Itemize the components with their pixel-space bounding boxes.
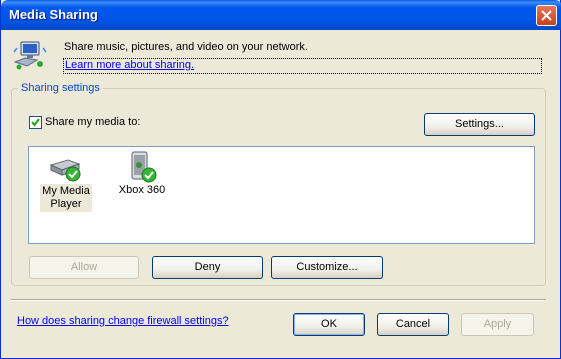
device-label: Xbox 360: [114, 183, 170, 198]
deny-button[interactable]: Deny: [152, 256, 263, 279]
customize-button[interactable]: Customize...: [271, 256, 383, 279]
media-sharing-icon: [13, 41, 47, 70]
share-media-checkbox[interactable]: [29, 116, 42, 129]
media-sharing-dialog: Media Sharing Share music, pictures, and…: [0, 0, 561, 359]
device-my-media-player[interactable]: My Media Player: [40, 153, 92, 212]
cancel-button[interactable]: Cancel: [377, 313, 449, 336]
allow-button[interactable]: Allow: [29, 256, 139, 279]
learn-more-link-text: Learn more about sharing.: [65, 59, 195, 71]
device-label: My Media Player: [40, 184, 92, 212]
device-list[interactable]: My Media Player Xbox 360: [28, 146, 535, 244]
firewall-help-link[interactable]: How does sharing change firewall setting…: [17, 315, 229, 327]
media-player-icon: [49, 159, 81, 182]
share-media-label[interactable]: Share my media to:: [45, 116, 140, 128]
device-name-line1: My Media: [42, 185, 90, 197]
device-name-line1: Xbox 360: [118, 184, 166, 196]
sharing-settings-label: Sharing settings: [18, 82, 103, 94]
title-bar[interactable]: Media Sharing: [1, 0, 561, 30]
checkmark-icon: [31, 118, 40, 127]
xbox-console-icon: [131, 151, 157, 183]
close-button[interactable]: [536, 5, 557, 26]
separator: [11, 299, 546, 301]
ok-button[interactable]: OK: [293, 313, 365, 336]
window-title: Media Sharing: [9, 7, 98, 22]
learn-more-link[interactable]: Learn more about sharing.: [63, 58, 542, 74]
header-description: Share music, pictures, and video on your…: [64, 41, 308, 53]
device-xbox-360[interactable]: Xbox 360: [114, 150, 170, 198]
apply-button[interactable]: Apply: [461, 313, 534, 336]
device-name-line2: Player: [50, 198, 82, 210]
close-icon: [541, 10, 552, 21]
settings-button[interactable]: Settings...: [424, 113, 535, 136]
